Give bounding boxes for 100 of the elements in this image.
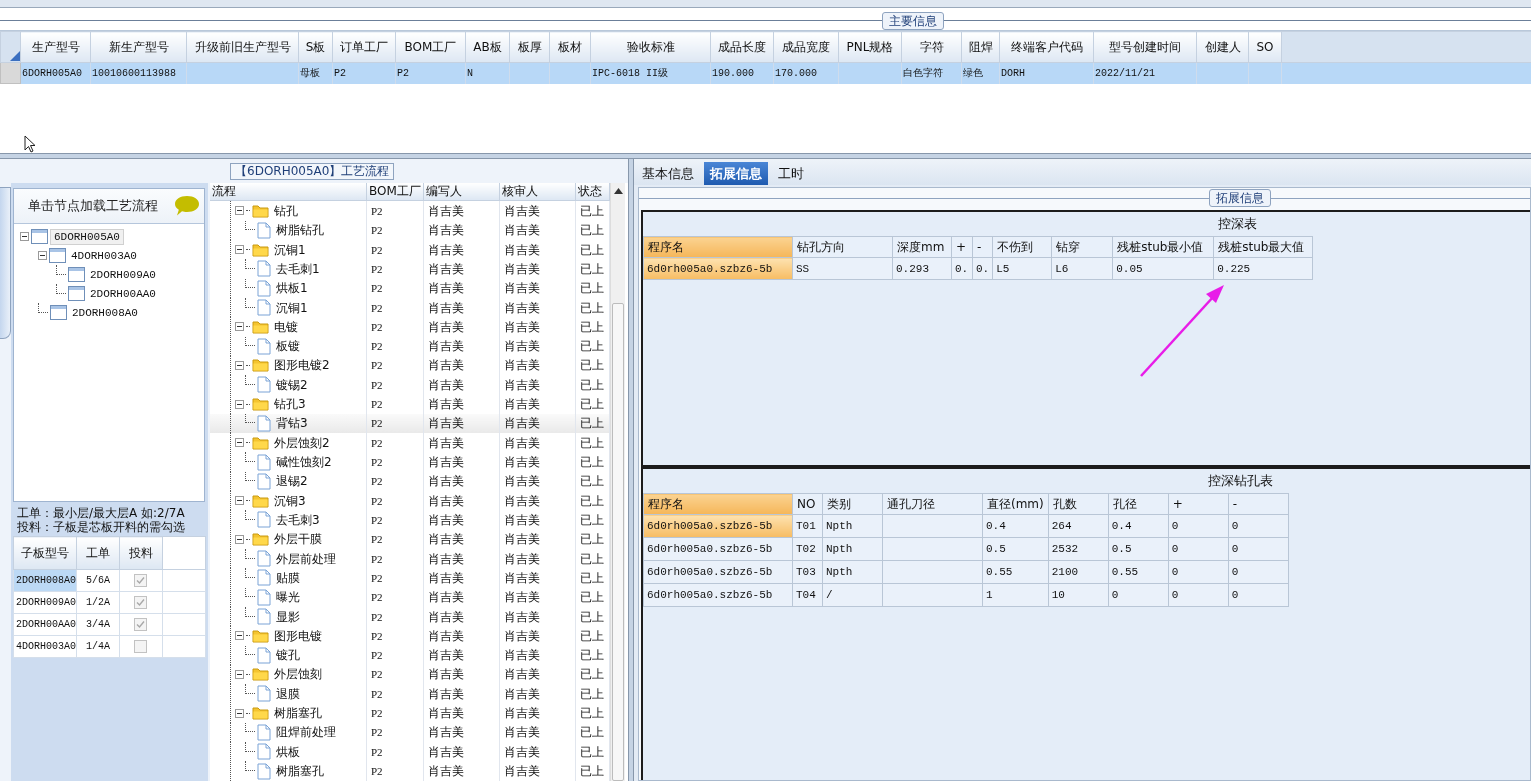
column-header[interactable]: - [972,236,993,258]
table-cell[interactable]: 2DORH008A0 [13,569,77,592]
column-header[interactable]: 投料 [119,536,163,570]
collapse-icon[interactable] [234,206,244,216]
process-step[interactable]: 镀锡2 [272,375,308,394]
column-header[interactable]: 钻孔方向 [792,236,893,258]
tree-node[interactable]: 4DORH003A0 [67,248,140,263]
collapse-icon[interactable] [19,232,29,241]
column-header[interactable]: 深度mm [892,236,952,258]
column-header[interactable]: 通孔刀径 [882,493,983,515]
column-header[interactable]: - [1228,493,1289,515]
column-header[interactable]: 类别 [822,493,883,515]
process-step[interactable]: 贴膜 [272,568,300,587]
column-header[interactable]: SO [1248,31,1282,63]
column-header[interactable]: PNL规格 [838,31,902,63]
collapse-icon[interactable] [234,360,244,370]
process-step[interactable]: 曝光 [272,588,300,607]
column-header[interactable]: 不伤到 [992,236,1052,258]
process-step[interactable]: 外层蚀刻2 [270,433,330,452]
tab[interactable]: 基本信息 [636,162,700,185]
column-header[interactable]: 字符 [901,31,962,63]
column-header[interactable]: 板材 [549,31,591,63]
column-header[interactable]: 流程 [209,183,367,201]
process-step[interactable]: 树脂塞孔 [272,762,324,781]
table-row[interactable]: 6DORH005A0 10010600113988 母板 P2 P2 N IPC-6018 II级 190.000 170.000 白色字符 绿色 DORH 2022/11/21 [0,62,1531,84]
column-header[interactable]: AB板 [465,31,510,63]
column-header[interactable]: 升级前旧生产型号 [186,31,299,63]
process-step[interactable]: 去毛刺3 [272,510,320,529]
process-step[interactable]: 树脂塞孔 [270,704,322,723]
column-header[interactable]: + [951,236,973,258]
process-step[interactable]: 沉铜1 [272,298,308,317]
process-step[interactable]: 去毛刺1 [272,259,320,278]
column-header[interactable]: 终端客户代码 [999,31,1094,63]
column-header[interactable]: 验收标准 [590,31,711,63]
tab[interactable]: 工时 [772,162,810,185]
column-header[interactable]: 创建人 [1196,31,1249,63]
column-header[interactable]: 孔数 [1048,493,1109,515]
column-header[interactable]: 核审人 [499,183,576,201]
process-step[interactable]: 图形电镀 [270,626,322,645]
process-step[interactable]: 镀孔 [272,646,300,665]
collapse-icon[interactable] [37,251,47,260]
column-header[interactable]: 成品长度 [710,31,774,63]
collapse-icon[interactable] [234,245,244,255]
process-step[interactable]: 树脂钻孔 [272,221,324,240]
tab[interactable]: 拓展信息 [704,162,768,185]
process-step[interactable]: 烘板1 [272,279,308,298]
table-cell[interactable]: 2DORH009A0 [13,591,77,614]
column-header[interactable]: 生产型号 [20,31,91,63]
column-header[interactable]: 程序名 [643,236,793,258]
checkbox[interactable] [134,618,148,631]
column-header[interactable]: 子板型号 [13,536,77,570]
tree-node[interactable]: 6DORH005A0 [49,228,124,245]
process-step[interactable]: 烘板 [272,742,300,761]
column-header[interactable]: 订单工厂 [332,31,396,63]
process-step[interactable]: 显影 [272,607,300,626]
process-step[interactable]: 沉铜1 [270,240,306,259]
column-header[interactable]: + [1168,493,1229,515]
process-step[interactable]: 图形电镀2 [270,356,330,375]
column-header[interactable]: NO [792,493,823,515]
column-header[interactable]: 孔径 [1108,493,1169,515]
collapse-icon[interactable] [234,322,244,332]
collapse-icon[interactable] [234,438,244,448]
checkbox[interactable] [134,596,148,609]
column-header[interactable]: 钻穿 [1051,236,1113,258]
collapse-icon[interactable] [234,669,244,679]
process-step[interactable]: 退锡2 [272,472,308,491]
column-header[interactable]: 状态 [575,183,610,201]
tree-node[interactable]: 2DORH008A0 [68,305,141,320]
process-step[interactable]: 阻焊前处理 [272,723,336,742]
column-header[interactable]: 残桩stub最大值 [1213,236,1313,258]
process-step[interactable]: 钻孔3 [270,395,306,414]
collapse-icon[interactable] [234,708,244,718]
column-header[interactable]: 程序名 [643,493,793,515]
collapse-icon[interactable] [234,496,244,506]
process-step[interactable]: 碱性蚀刻2 [272,453,332,472]
column-header[interactable]: 编写人 [423,183,500,201]
process-step[interactable]: 外层干膜 [270,530,322,549]
scroll-up-icon[interactable] [613,188,623,194]
process-step[interactable]: 外层蚀刻 [270,665,322,684]
column-header[interactable]: 阻焊 [961,31,1000,63]
tree-node[interactable]: 2DORH009A0 [86,267,159,282]
column-header[interactable]: 型号创建时间 [1093,31,1197,63]
collapse-icon[interactable] [234,631,244,641]
tree-node[interactable]: 2DORH00AA0 [86,286,159,301]
collapse-icon[interactable] [234,399,244,409]
column-header[interactable]: 工单 [76,536,120,570]
process-step[interactable]: 电镀 [270,317,298,336]
column-header[interactable]: 成品宽度 [773,31,839,63]
table-cell[interactable]: 2DORH00AA0 [13,613,77,636]
process-step[interactable]: 钻孔 [270,201,298,220]
scroll-thumb[interactable] [611,303,624,781]
column-header[interactable]: 新生产型号 [90,31,187,63]
column-header[interactable]: S板 [298,31,333,63]
checkbox[interactable] [134,640,148,653]
column-header[interactable]: BOM工厂 [395,31,466,63]
process-step[interactable]: 沉铜3 [270,491,306,510]
column-header[interactable]: BOM工厂 [366,183,424,201]
process-step[interactable]: 外层前处理 [272,549,336,568]
column-header[interactable]: 残桩stub最小值 [1112,236,1214,258]
checkbox[interactable] [134,574,148,587]
